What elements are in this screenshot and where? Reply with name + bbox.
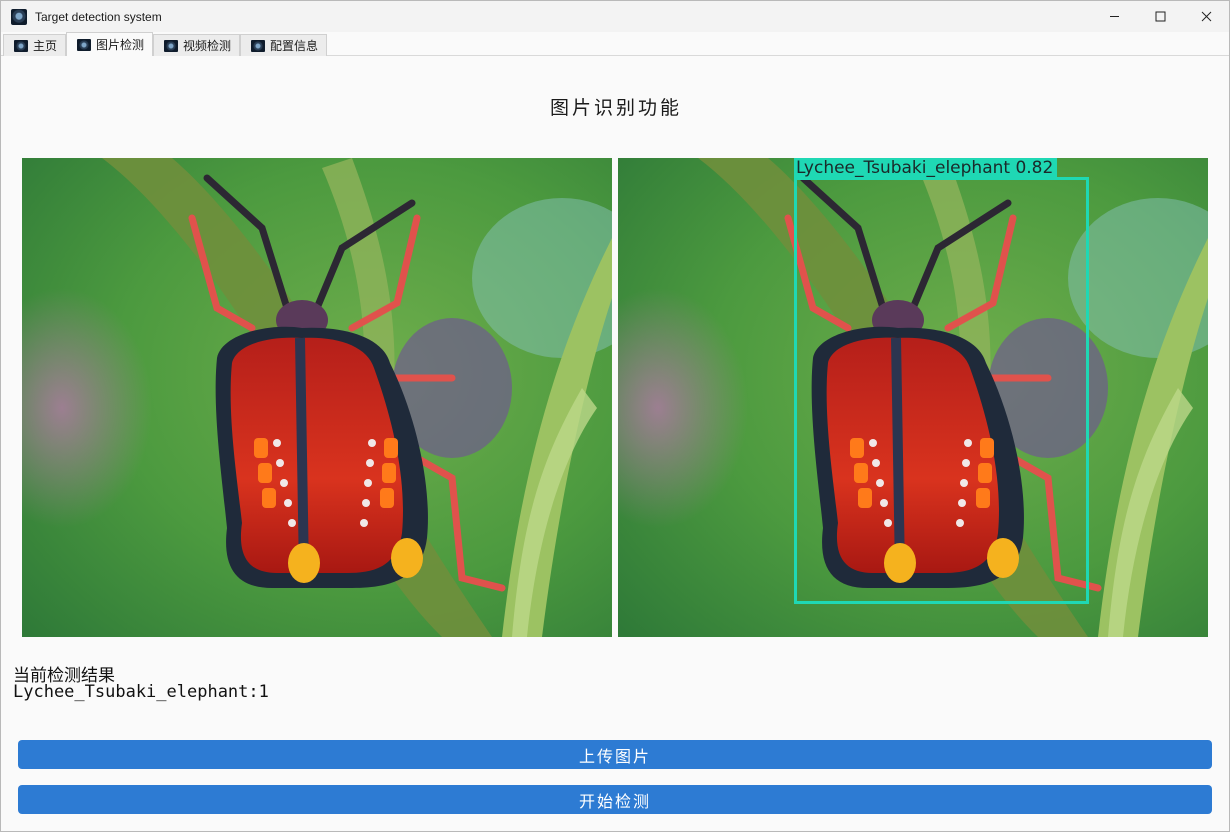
detection-label: Lychee_Tsubaki_elephant 0.82 <box>794 158 1058 178</box>
tab-image-detection[interactable]: 图片检测 <box>66 32 154 56</box>
original-image <box>22 158 612 637</box>
tab-home[interactable]: 主页 <box>3 34 67 56</box>
app-window: Target detection system 主页 图片检测 视频检测 配置信… <box>0 0 1230 832</box>
tab-video-detection[interactable]: 视频检测 <box>153 34 241 56</box>
detection-box <box>794 177 1089 604</box>
tab-icon <box>251 39 266 52</box>
tab-label: 图片检测 <box>96 38 145 52</box>
window-controls <box>1091 1 1229 32</box>
close-icon <box>1201 11 1211 22</box>
tab-label: 视频检测 <box>183 39 232 53</box>
upload-image-button[interactable]: 上传图片 <box>18 740 1212 769</box>
tab-icon <box>77 38 92 51</box>
tab-config[interactable]: 配置信息 <box>240 34 328 56</box>
maximize-icon <box>1155 11 1165 22</box>
minimize-icon <box>1109 16 1119 17</box>
detected-image: Lychee_Tsubaki_elephant 0.82 <box>618 158 1208 637</box>
page-title: 图片识别功能 <box>549 97 682 119</box>
window-title: Target detection system <box>35 9 162 24</box>
result-text: Lychee_Tsubaki_elephant:1 <box>13 682 269 702</box>
start-detection-button[interactable]: 开始检测 <box>18 785 1212 814</box>
tab-icon <box>14 39 28 52</box>
tab-icon <box>164 39 179 52</box>
maximize-button[interactable] <box>1137 1 1183 32</box>
tab-label: 配置信息 <box>270 39 319 53</box>
close-button[interactable] <box>1183 1 1229 32</box>
bug-photo <box>22 158 612 637</box>
tab-label: 主页 <box>33 39 58 53</box>
app-icon <box>11 8 27 25</box>
minimize-button[interactable] <box>1091 1 1137 32</box>
tab-bar: 主页 图片检测 视频检测 配置信息 <box>3 32 328 56</box>
title-bar[interactable]: Target detection system <box>1 1 1229 32</box>
